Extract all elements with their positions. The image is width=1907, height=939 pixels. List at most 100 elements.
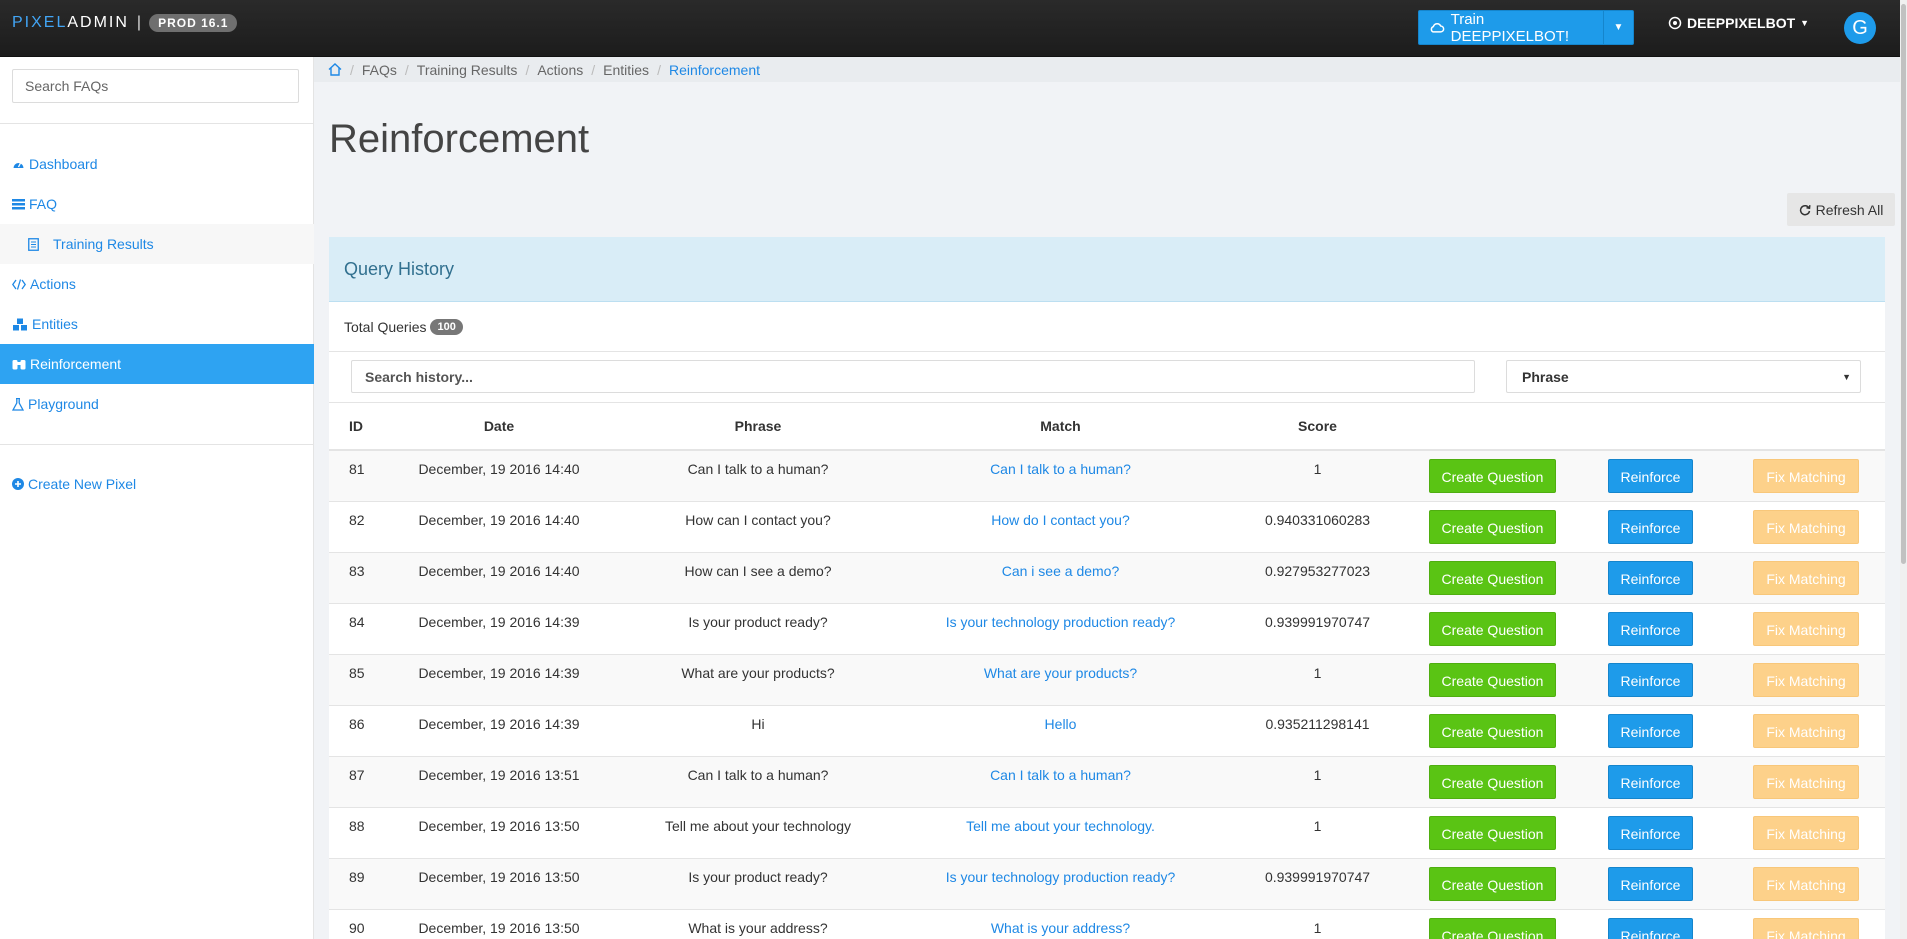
create-question-button[interactable]: Create Question <box>1428 866 1557 901</box>
breadcrumb: / FAQs / Training Results / Actions / En… <box>314 57 1907 82</box>
fix-matching-button[interactable]: Fix Matching <box>1753 713 1859 748</box>
cell-phrase: How can I see a demo? <box>619 551 897 603</box>
total-queries: Total Queries 100 <box>329 302 1885 352</box>
fix-matching-button[interactable]: Fix Matching <box>1753 866 1859 901</box>
create-question-button[interactable]: Create Question <box>1428 509 1557 544</box>
create-question-button[interactable]: Create Question <box>1428 611 1557 646</box>
cell-match-link[interactable]: Is your technology production ready? <box>897 602 1224 654</box>
sidebar-item-entities[interactable]: Entities <box>0 304 314 344</box>
reinforce-button[interactable]: Reinforce <box>1607 764 1694 799</box>
create-question-button[interactable]: Create Question <box>1428 815 1557 850</box>
scrollbar-thumb[interactable] <box>1901 4 1906 564</box>
cell-phrase: What is your address? <box>619 908 897 939</box>
cell-score: 1 <box>1224 449 1411 501</box>
cell-match-link[interactable]: Tell me about your technology. <box>897 806 1224 858</box>
brand-separator: | <box>136 14 142 31</box>
cell-date: December, 19 2016 14:39 <box>379 653 619 705</box>
table-row: 85 December, 19 2016 14:39 What are your… <box>329 653 1885 705</box>
reinforce-button[interactable]: Reinforce <box>1607 917 1694 939</box>
binoculars-icon <box>12 360 26 370</box>
cell-score: 1 <box>1224 653 1411 705</box>
cell-phrase: How can I contact you? <box>619 500 897 552</box>
breadcrumb-actions[interactable]: Actions <box>537 62 583 78</box>
column-header-score[interactable]: Score <box>1224 403 1411 451</box>
sidebar-item-faq[interactable]: FAQ <box>0 184 314 224</box>
cell-match-link[interactable]: Can i see a demo? <box>897 551 1224 603</box>
cell-id: 89 <box>329 857 379 909</box>
reinforce-button[interactable]: Reinforce <box>1607 611 1694 646</box>
create-question-button[interactable]: Create Question <box>1428 560 1557 595</box>
cell-date: December, 19 2016 14:40 <box>379 551 619 603</box>
create-new-pixel-link[interactable]: Create New Pixel <box>0 464 314 504</box>
cell-date: December, 19 2016 14:40 <box>379 500 619 552</box>
caret-down-icon: ▼ <box>1842 371 1851 382</box>
cell-match-link[interactable]: Is your technology production ready? <box>897 857 1224 909</box>
fix-matching-button[interactable]: Fix Matching <box>1753 458 1859 493</box>
sidebar-item-training-results[interactable]: Training Results <box>0 224 314 264</box>
train-bot-button-group: Train DEEPPIXELBOT! ▼ <box>1418 10 1634 45</box>
bot-user-menu[interactable]: DEEPPIXELBOT ▼ <box>1668 15 1809 31</box>
column-header-match[interactable]: Match <box>897 403 1224 451</box>
cell-match-link[interactable]: Hello <box>897 704 1224 756</box>
fix-matching-button[interactable]: Fix Matching <box>1753 917 1859 939</box>
env-badge: PROD 16.1 <box>149 14 238 32</box>
dashboard-icon <box>13 161 24 168</box>
cell-match-link[interactable]: Can I talk to a human? <box>897 755 1224 807</box>
reinforce-button[interactable]: Reinforce <box>1607 509 1694 544</box>
column-header-date[interactable]: Date <box>379 403 619 451</box>
fix-matching-button[interactable]: Fix Matching <box>1753 815 1859 850</box>
fix-matching-button[interactable]: Fix Matching <box>1753 662 1859 697</box>
create-question-button[interactable]: Create Question <box>1428 917 1557 939</box>
faq-search-input[interactable] <box>12 69 299 103</box>
cell-date: December, 19 2016 13:50 <box>379 857 619 909</box>
reinforce-button[interactable]: Reinforce <box>1607 458 1694 493</box>
sidebar-item-label: Training Results <box>53 236 154 252</box>
breadcrumb-faqs[interactable]: FAQs <box>362 62 397 78</box>
reinforce-button[interactable]: Reinforce <box>1607 866 1694 901</box>
column-header-phrase[interactable]: Phrase <box>619 403 897 451</box>
table-row: 87 December, 19 2016 13:51 Can I talk to… <box>329 755 1885 807</box>
train-bot-button[interactable]: Train DEEPPIXELBOT! <box>1419 11 1603 45</box>
cell-match-link[interactable]: Can I talk to a human? <box>897 449 1224 501</box>
home-icon[interactable] <box>328 63 342 76</box>
create-question-button[interactable]: Create Question <box>1428 713 1557 748</box>
cell-id: 83 <box>329 551 379 603</box>
filter-select[interactable]: Phrase ▼ <box>1506 360 1861 393</box>
fix-matching-button[interactable]: Fix Matching <box>1753 611 1859 646</box>
sidebar-item-dashboard[interactable]: Dashboard <box>0 144 314 184</box>
query-history-panel: Query History Total Queries 100 Phrase ▼… <box>329 237 1885 939</box>
reinforce-button[interactable]: Reinforce <box>1607 815 1694 850</box>
train-dropdown-toggle[interactable]: ▼ <box>1603 11 1633 44</box>
brand-logo[interactable]: PIXEL ADMIN | PROD 16.1 <box>12 14 238 32</box>
table-row: 82 December, 19 2016 14:40 How can I con… <box>329 500 1885 552</box>
breadcrumb-training-results[interactable]: Training Results <box>417 62 518 78</box>
create-question-button[interactable]: Create Question <box>1428 458 1557 493</box>
sidebar: Dashboard FAQ Training Results Actions E… <box>0 57 314 939</box>
fix-matching-button[interactable]: Fix Matching <box>1753 764 1859 799</box>
avatar[interactable]: G <box>1844 12 1876 44</box>
train-bot-label: Train DEEPPIXELBOT! <box>1450 10 1569 45</box>
cell-date: December, 19 2016 13:50 <box>379 908 619 939</box>
fix-matching-button[interactable]: Fix Matching <box>1753 560 1859 595</box>
create-question-button[interactable]: Create Question <box>1428 764 1557 799</box>
sidebar-item-playground[interactable]: Playground <box>0 384 314 424</box>
reinforce-button[interactable]: Reinforce <box>1607 560 1694 595</box>
reinforce-button[interactable]: Reinforce <box>1607 713 1694 748</box>
reinforce-button[interactable]: Reinforce <box>1607 662 1694 697</box>
sidebar-item-actions[interactable]: Actions <box>0 264 314 304</box>
cell-match-link[interactable]: What is your address? <box>897 908 1224 939</box>
history-search-input[interactable] <box>351 360 1475 393</box>
breadcrumb-entities[interactable]: Entities <box>603 62 649 78</box>
cell-match-link[interactable]: How do I contact you? <box>897 500 1224 552</box>
cell-match-link[interactable]: What are your products? <box>897 653 1224 705</box>
filter-row: Phrase ▼ <box>329 352 1885 403</box>
sidebar-item-reinforcement[interactable]: Reinforcement <box>0 344 314 384</box>
fix-matching-button[interactable]: Fix Matching <box>1753 509 1859 544</box>
caret-down-icon: ▼ <box>1800 18 1810 28</box>
brand-part-1: PIXEL <box>12 14 68 31</box>
create-question-button[interactable]: Create Question <box>1428 662 1557 697</box>
sidebar-divider <box>0 444 314 445</box>
refresh-all-button[interactable]: Refresh All <box>1787 193 1895 226</box>
page-scrollbar[interactable] <box>1900 0 1907 939</box>
column-header-id[interactable]: ID <box>329 403 379 451</box>
